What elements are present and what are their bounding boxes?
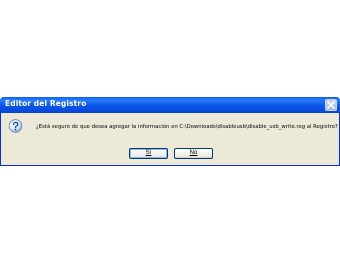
close-icon xyxy=(327,101,335,109)
no-button[interactable]: No xyxy=(174,148,213,159)
window-title: Editor del Registro xyxy=(5,99,87,108)
registry-editor-dialog: Editor del Registro ¿Está seguro de que … xyxy=(0,97,340,166)
close-button[interactable] xyxy=(325,99,337,111)
yes-button[interactable]: Sí xyxy=(129,148,168,159)
confirmation-message: ¿Está seguro de que desea agregar la inf… xyxy=(36,124,338,130)
title-bar[interactable]: Editor del Registro xyxy=(0,97,340,113)
no-button-label: No xyxy=(189,150,198,156)
question-icon xyxy=(8,119,23,133)
yes-button-label: Sí xyxy=(145,150,152,156)
